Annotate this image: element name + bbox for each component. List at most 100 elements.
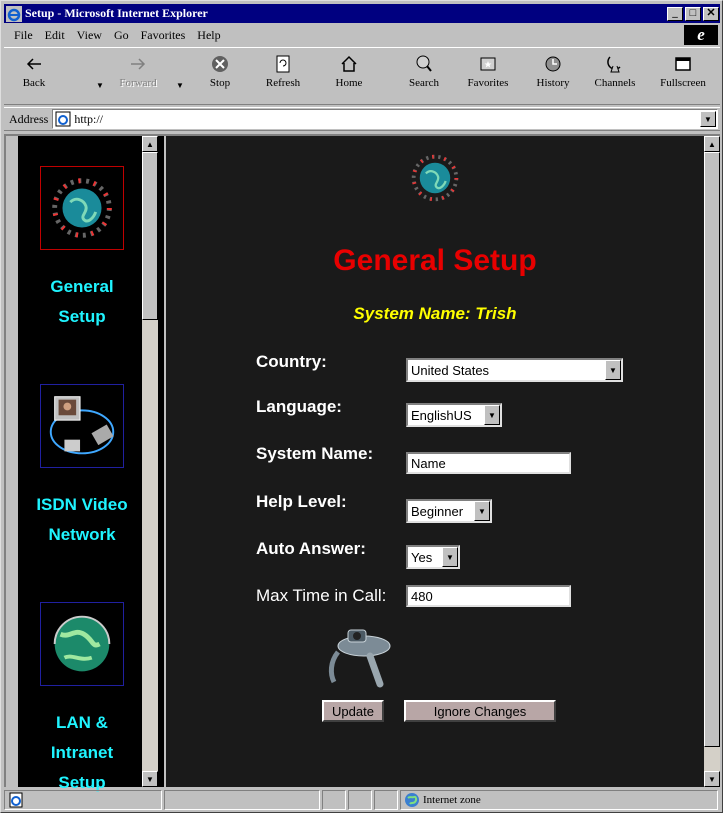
forward-button[interactable]: Forward — [112, 54, 164, 100]
nav-item-isdn-video-network[interactable]: ISDN Video Network — [18, 384, 146, 550]
max-time-label: Max Time in Call: — [256, 586, 387, 605]
page-title: General Setup — [333, 244, 537, 277]
ie-throbber-logo: e — [684, 25, 718, 45]
refresh-icon — [276, 55, 290, 73]
update-button[interactable]: Update — [322, 700, 384, 722]
menu-bar: File Edit View Go Favorites Help e — [4, 25, 720, 45]
country-select[interactable]: United States ▼ — [406, 358, 623, 382]
max-time-input[interactable]: 480 — [406, 585, 571, 607]
back-button[interactable]: Back — [12, 54, 56, 100]
stop-button[interactable]: Stop — [200, 54, 240, 100]
nav-scrollbar[interactable]: ▲ ▼ — [142, 136, 158, 787]
chevron-down-icon[interactable]: ▼ — [474, 501, 490, 521]
minimize-button[interactable]: _ — [667, 6, 683, 21]
country-label: Country: — [256, 352, 327, 371]
back-label: Back — [22, 77, 46, 89]
home-icon — [341, 55, 357, 72]
help-level-select[interactable]: Beginner ▼ — [406, 499, 492, 523]
status-text-panel — [4, 790, 162, 810]
chevron-down-icon[interactable]: ▼ — [484, 405, 500, 425]
chevron-down-icon[interactable]: ▼ — [442, 547, 458, 567]
search-button[interactable]: Search — [402, 54, 446, 100]
maximize-button[interactable]: □ — [685, 6, 701, 21]
country-value: United States — [411, 362, 490, 378]
window-title: Setup - Microsoft Internet Explorer — [25, 6, 208, 20]
chevron-down-icon[interactable]: ▼ — [605, 360, 621, 380]
system-name-heading: System Name: Trish — [353, 304, 517, 323]
video-phone-icon — [328, 629, 391, 688]
nav-scroll-thumb[interactable] — [142, 152, 158, 320]
system-name-label: System Name: — [256, 444, 374, 463]
menu-favorites[interactable]: Favorites — [135, 28, 192, 43]
back-arrow-icon — [26, 58, 41, 70]
home-label: Home — [335, 77, 363, 89]
toolbar: Back ▼ Forward ▼ Stop Refresh Home Searc… — [4, 47, 720, 105]
history-icon — [545, 56, 561, 72]
fullscreen-label: Fullscreen — [660, 77, 706, 89]
fullscreen-button[interactable]: Fullscreen — [650, 54, 716, 100]
menu-view[interactable]: View — [71, 28, 108, 43]
channels-icon — [607, 56, 621, 73]
forward-arrow-icon — [131, 58, 146, 70]
status-panel-a — [322, 790, 346, 810]
nav-scroll-down-icon[interactable]: ▼ — [142, 771, 158, 787]
menu-go[interactable]: Go — [108, 28, 135, 43]
history-button[interactable]: History — [530, 54, 576, 100]
nav-label-general: General — [50, 277, 114, 296]
auto-answer-label: Auto Answer: — [256, 539, 366, 558]
address-input[interactable]: http:// ▼ — [52, 109, 718, 129]
back-dropdown-icon[interactable]: ▼ — [96, 81, 104, 90]
system-name-input[interactable]: Name — [406, 452, 571, 474]
nav-item-lan-intranet-setup[interactable]: LAN & Intranet Setup — [18, 602, 146, 798]
address-bar: Address http:// ▼ — [4, 107, 720, 131]
nav-label-isdn-video: ISDN Video — [36, 495, 128, 514]
zone-panel: Internet zone — [400, 790, 718, 810]
internet-zone-globe-icon — [405, 793, 419, 807]
search-label: Search — [409, 77, 439, 89]
forward-label: Forward — [119, 77, 157, 89]
address-label: Address — [9, 111, 49, 126]
favorites-icon — [480, 57, 496, 71]
nav-item-general-setup[interactable]: General Setup — [18, 166, 146, 332]
zone-label: Internet zone — [423, 794, 481, 806]
lan-globe-icon — [40, 602, 124, 686]
help-level-label: Help Level: — [256, 492, 347, 511]
menu-help[interactable]: Help — [191, 28, 226, 43]
globe-flags-icon — [40, 166, 124, 250]
status-panel-c — [374, 790, 398, 810]
forward-dropdown-icon[interactable]: ▼ — [176, 81, 184, 90]
status-progress-panel — [164, 790, 320, 810]
favorites-button[interactable]: Favorites — [458, 54, 518, 100]
address-value: http:// — [74, 111, 103, 126]
address-dropdown-icon[interactable]: ▼ — [700, 111, 716, 127]
nav-frame-gutter — [6, 136, 18, 787]
home-button[interactable]: Home — [328, 54, 370, 100]
nav-label-setup: Setup — [58, 307, 106, 326]
ignore-changes-button[interactable]: Ignore Changes — [404, 700, 556, 722]
page-icon — [55, 111, 71, 127]
channels-button[interactable]: Channels — [588, 54, 642, 100]
main-scroll-up-icon[interactable]: ▲ — [704, 136, 720, 152]
nav-scroll-up-icon[interactable]: ▲ — [142, 136, 158, 152]
main-scroll-thumb[interactable] — [704, 152, 720, 747]
close-button[interactable]: ✕ — [703, 6, 719, 21]
nav-label-network: Network — [48, 525, 116, 544]
language-value: EnglishUS — [411, 407, 472, 423]
title-bar: Setup - Microsoft Internet Explorer _ □ … — [4, 4, 720, 23]
history-label: History — [536, 77, 570, 89]
stop-icon — [212, 56, 228, 72]
status-bar: Internet zone — [4, 790, 720, 810]
language-select[interactable]: EnglishUS ▼ — [406, 403, 502, 427]
menu-file[interactable]: File — [4, 28, 39, 43]
main-frame: General Setup System Name: Trish Country… — [166, 136, 704, 787]
main-scrollbar[interactable]: ▲ ▼ — [704, 136, 720, 787]
main-scroll-down-icon[interactable]: ▼ — [704, 771, 720, 787]
ie-app-icon — [6, 5, 22, 22]
menu-edit[interactable]: Edit — [39, 28, 71, 43]
nav-frame: General Setup ISDN Video Network LAN & I… — [18, 136, 164, 792]
refresh-button[interactable]: Refresh — [258, 54, 308, 100]
help-level-value: Beginner — [411, 503, 464, 519]
language-label: Language: — [256, 397, 342, 416]
auto-answer-select[interactable]: Yes ▼ — [406, 545, 460, 569]
nav-label-lan: LAN & — [56, 713, 108, 732]
